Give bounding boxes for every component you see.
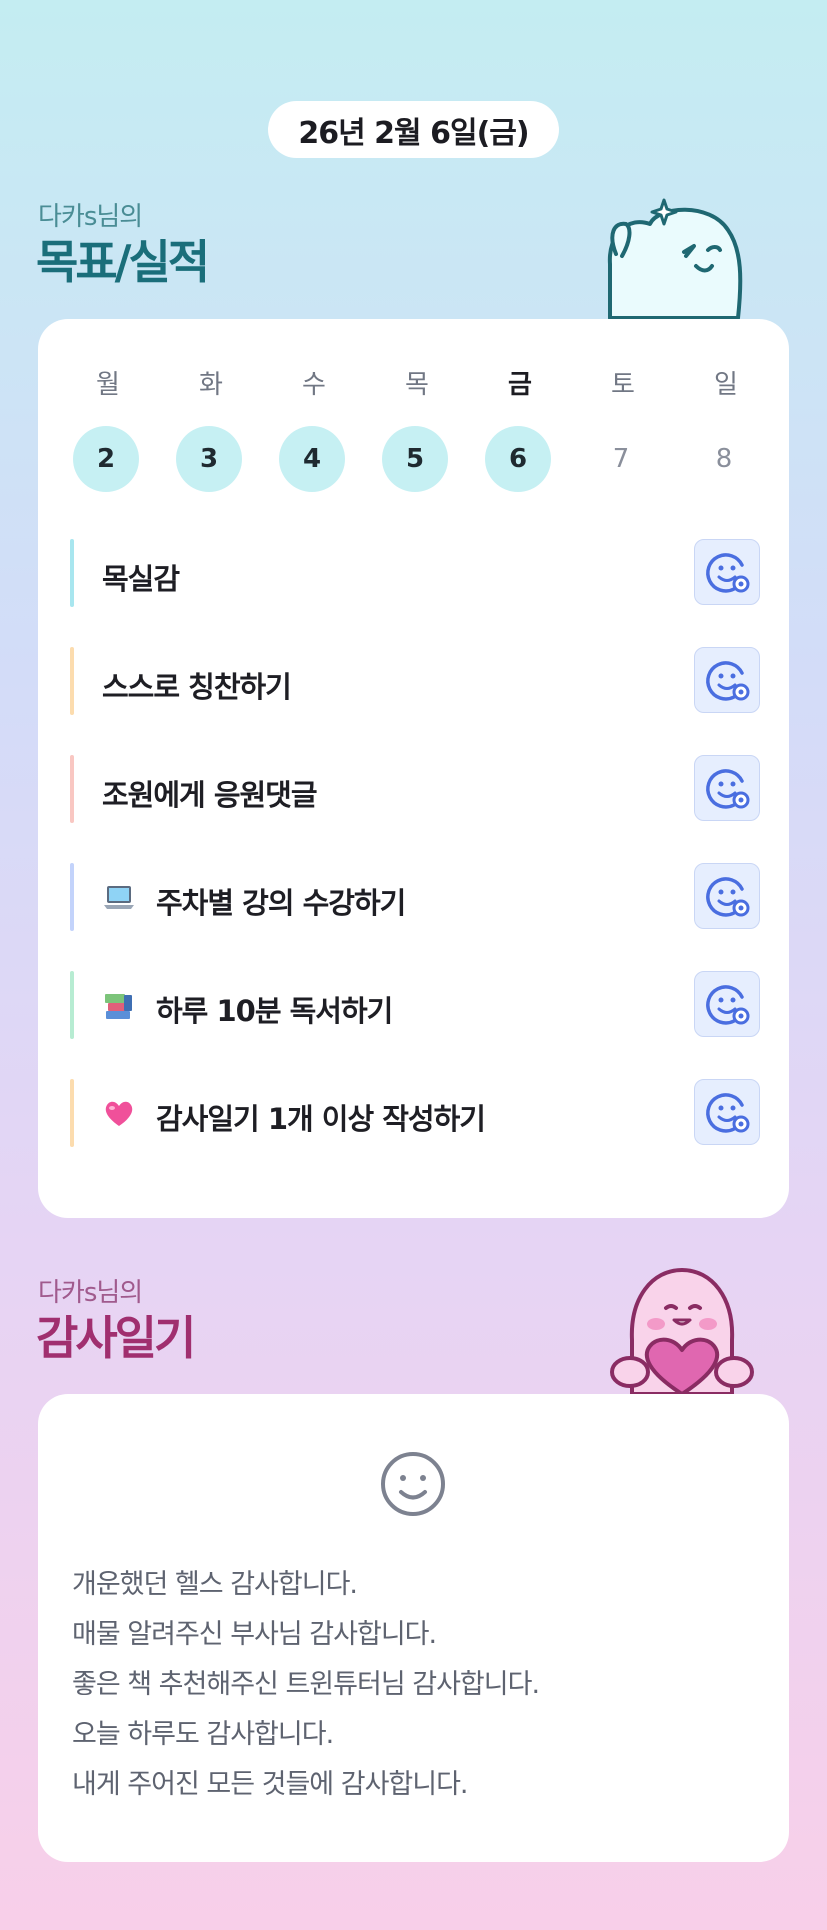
pink-mascot-illustration — [610, 1268, 754, 1394]
goal-color-bar — [70, 755, 74, 823]
goal-label: 하루 10분 독서하기 — [156, 994, 393, 1028]
day-number[interactable]: 7 — [588, 426, 654, 492]
weekday-label: 화 — [199, 370, 223, 400]
weekday-label: 수 — [302, 370, 326, 400]
goal-label: 주차별 강의 수강하기 — [156, 886, 406, 920]
diary-title: 감사일기 — [36, 1311, 196, 1365]
goal-color-bar — [70, 971, 74, 1039]
goal-item: 목실감 — [70, 539, 760, 607]
goal-check-button[interactable] — [694, 863, 760, 929]
goal-label: 목실감 — [102, 562, 180, 596]
day-number-done[interactable]: 3 — [176, 426, 242, 492]
goal-color-bar — [70, 647, 74, 715]
goal-item: 스스로 칭찬하기 — [70, 647, 760, 715]
diary-entry-line: 매물 알려주신 부사님 감사합니다. — [72, 1619, 437, 1650]
day-number-today[interactable]: 6 — [485, 426, 551, 492]
smiley-plus-icon — [706, 661, 750, 701]
goal-item: 감사일기 1개 이상 작성하기 — [70, 1079, 760, 1147]
day-number-done[interactable]: 5 — [382, 426, 448, 492]
laptop-icon — [104, 886, 134, 909]
goal-color-bar — [70, 1079, 74, 1147]
day-number-done[interactable]: 4 — [279, 426, 345, 492]
day-number[interactable]: 8 — [691, 426, 757, 492]
goal-item: 주차별 강의 수강하기 — [70, 863, 760, 931]
diary-entry-line: 내게 주어진 모든 것들에 감사합니다. — [72, 1769, 469, 1800]
goal-label: 스스로 칭찬하기 — [102, 670, 292, 704]
pink-heart-icon — [105, 1101, 133, 1126]
diary-entry-line: 좋은 책 추천해주신 트윈튜터님 감사합니다. — [72, 1669, 540, 1700]
goal-label: 감사일기 1개 이상 작성하기 — [156, 1102, 486, 1136]
diary-entry-line: 개운했던 헬스 감사합니다. — [72, 1569, 358, 1600]
goal-check-button[interactable] — [694, 539, 760, 605]
goal-item: 하루 10분 독서하기 — [70, 971, 760, 1039]
weekday-label-today: 금 — [508, 370, 532, 400]
smiley-face-icon — [381, 1452, 445, 1516]
goals-card: 월 화 수 목 금 토 일 2 3 4 5 6 7 8 목실감 스스로 칭찬하기… — [38, 319, 789, 1218]
diary-entry-line: 오늘 하루도 감사합니다. — [72, 1719, 334, 1750]
smiley-plus-icon — [706, 877, 750, 917]
goals-title: 목표/실적 — [36, 235, 210, 289]
smiley-plus-icon — [706, 1093, 750, 1133]
books-icon — [105, 994, 132, 1019]
goal-check-button[interactable] — [694, 755, 760, 821]
date-display: 26년 2월 6일(금) — [268, 101, 559, 158]
weekday-label: 일 — [714, 370, 738, 400]
goal-check-button[interactable] — [694, 971, 760, 1037]
smiley-plus-icon — [706, 985, 750, 1025]
goal-item: 조원에게 응원댓글 — [70, 755, 760, 823]
goal-check-button[interactable] — [694, 647, 760, 713]
goal-color-bar — [70, 539, 74, 607]
smiley-plus-icon — [706, 769, 750, 809]
weekday-label: 토 — [611, 370, 635, 400]
goal-label: 조원에게 응원댓글 — [102, 778, 318, 812]
weekday-label: 월 — [96, 370, 120, 400]
goal-color-bar — [70, 863, 74, 931]
diary-card: 개운했던 헬스 감사합니다. 매물 알려주신 부사님 감사합니다. 좋은 책 추… — [38, 1394, 789, 1862]
smiley-plus-icon — [706, 553, 750, 593]
day-number-done[interactable]: 2 — [73, 426, 139, 492]
weekday-label: 목 — [405, 370, 429, 400]
teal-mascot-illustration — [607, 198, 743, 319]
goal-check-button[interactable] — [694, 1079, 760, 1145]
